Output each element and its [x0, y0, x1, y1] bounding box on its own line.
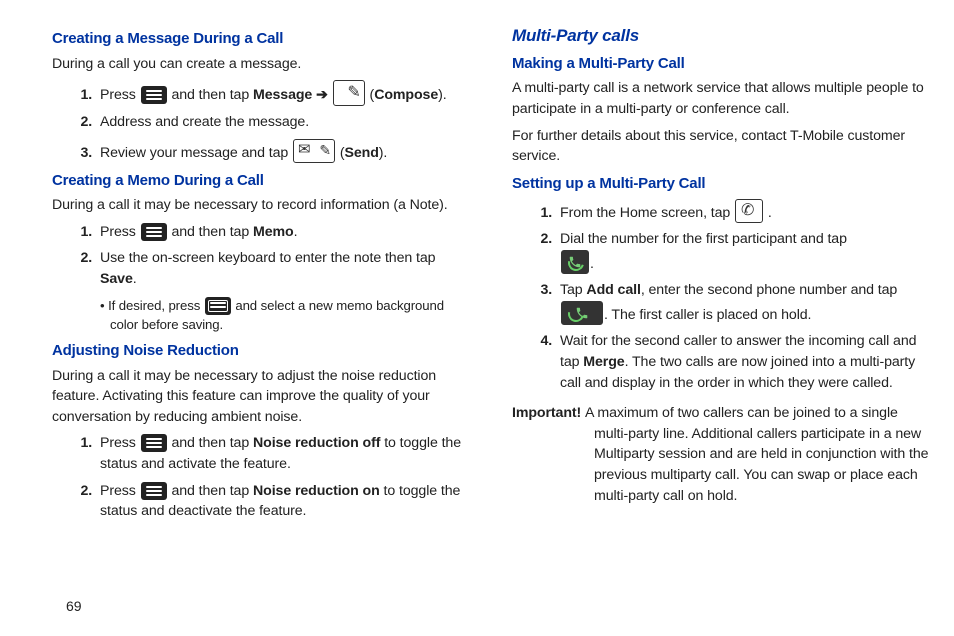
text: From the Home screen, tap [560, 205, 734, 221]
menu-icon [205, 297, 231, 315]
list-item: From the Home screen, tap . [556, 199, 932, 224]
list-item: Press and then tap Message ➔ (Compose). [96, 80, 472, 106]
paragraph: During a call it may be necessary to adj… [52, 366, 472, 428]
call-icon [561, 301, 603, 325]
menu-icon [141, 482, 167, 500]
important-body: A maximum of two callers can be joined t… [585, 405, 928, 503]
text: , enter the second phone number and tap [641, 282, 897, 298]
text: . [590, 256, 594, 272]
list-item: Address and create the message. [96, 112, 472, 133]
send-icon [293, 139, 335, 163]
list-item: Dial the number for the first participan… [556, 229, 932, 274]
heading-create-message: Creating a Message During a Call [52, 28, 472, 50]
text: Press [100, 224, 140, 240]
text: Press [100, 483, 140, 499]
heading-setup-multiparty: Setting up a Multi-Party Call [512, 173, 932, 195]
important-label: Important! [512, 405, 585, 421]
text: Press [100, 87, 140, 103]
paragraph: During a call it may be necessary to rec… [52, 195, 472, 216]
text: and then tap [168, 435, 253, 451]
bold-text: Merge [583, 354, 624, 370]
ordered-list: Press and then tap Noise reduction off t… [52, 433, 472, 521]
bold-text: Memo [253, 224, 294, 240]
ordered-list: Press and then tap Message ➔ (Compose). … [52, 80, 472, 163]
left-column: Creating a Message During a Call During … [52, 24, 472, 528]
right-column: Multi-Party calls Making a Multi-Party C… [512, 24, 932, 528]
menu-icon [141, 434, 167, 452]
bold-text: Message [253, 87, 312, 103]
bold-text: Save [100, 271, 133, 287]
text: . [764, 205, 772, 221]
menu-icon [141, 86, 167, 104]
text: Use the on-screen keyboard to enter the … [100, 250, 435, 266]
menu-icon [141, 223, 167, 241]
page-number: 69 [66, 598, 82, 614]
page: Creating a Message During a Call During … [0, 0, 954, 538]
list-item: Press and then tap Memo. [96, 222, 472, 243]
list-item: Press and then tap Noise reduction off t… [96, 433, 472, 474]
paragraph: A multi-party call is a network service … [512, 78, 932, 119]
bold-text: Send [344, 145, 378, 161]
list-item: Wait for the second caller to answer the… [556, 331, 932, 393]
heading-multiparty: Multi-Party calls [512, 24, 932, 49]
paragraph: For further details about this service, … [512, 126, 932, 167]
list-item: Press and then tap Noise reduction on to… [96, 481, 472, 522]
bold-text: Noise reduction on [253, 483, 380, 499]
heading-create-memo: Creating a Memo During a Call [52, 170, 472, 192]
text: and then tap [168, 224, 253, 240]
bold-text: Noise reduction off [253, 435, 380, 451]
heading-noise-reduction: Adjusting Noise Reduction [52, 340, 472, 362]
call-icon [561, 250, 589, 274]
bold-text: Compose [374, 87, 438, 103]
ordered-list: From the Home screen, tap . Dial the num… [512, 199, 932, 394]
text: and then tap [168, 87, 253, 103]
arrow-icon: ➔ [312, 87, 331, 103]
paragraph: During a call you can create a message. [52, 54, 472, 75]
text: . The first caller is placed on hold. [604, 307, 811, 323]
important-note: Important! A maximum of two callers can … [512, 403, 932, 506]
text: Tap [560, 282, 586, 298]
text: and then tap [168, 483, 253, 499]
list-item: Tap Add call, enter the second phone num… [556, 280, 932, 325]
text: Dial the number for the first participan… [560, 231, 847, 247]
phone-icon [735, 199, 763, 223]
text: Press [100, 435, 140, 451]
compose-icon [333, 80, 365, 106]
heading-making-multiparty: Making a Multi-Party Call [512, 53, 932, 75]
list-item: Use the on-screen keyboard to enter the … [96, 248, 472, 289]
text: Review your message and tap [100, 145, 292, 161]
text: • If desired, press [100, 298, 204, 313]
ordered-list: Press and then tap Memo. Use the on-scre… [52, 222, 472, 290]
bold-text: Add call [586, 282, 640, 298]
sub-bullet: • If desired, press and select a new mem… [100, 296, 472, 334]
list-item: Review your message and tap (Send). [96, 139, 472, 164]
